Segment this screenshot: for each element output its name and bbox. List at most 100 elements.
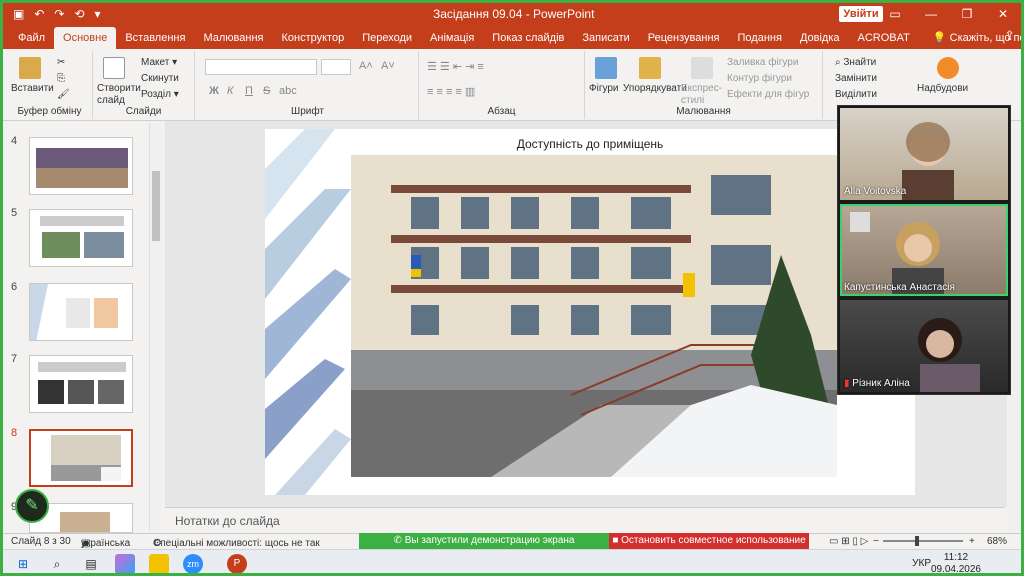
arrange-icon[interactable] [639,57,661,79]
tab-insert[interactable]: Вставлення [116,27,194,49]
clock-time: 11:12 [943,552,969,563]
start-icon[interactable]: ⟲ [74,7,84,21]
powerpoint-taskbar-icon[interactable]: P [227,554,247,573]
font-name-combo[interactable] [205,59,317,75]
file-explorer-icon[interactable] [149,554,169,573]
participant-video[interactable]: Alla Voitovska [840,108,1008,200]
shrink-font-icon[interactable]: A˅ [381,60,395,72]
redo-icon[interactable]: ↷ [54,7,64,21]
stop-sharing-button[interactable]: ■ Остановить совместное использование [609,533,809,549]
new-slide-icon[interactable] [103,57,125,79]
copilot-icon[interactable] [115,554,135,573]
bullets-icon[interactable]: ☰ ☰ ⇤ ⇥ ≡ [427,60,484,73]
reset-button[interactable]: Скинути [141,73,179,84]
shapes-button[interactable]: Фігури [589,83,619,94]
shape-outline-button[interactable]: Контур фігури [727,73,792,84]
zoom-level[interactable]: 68% [987,536,1007,547]
minimize-icon[interactable]: — [913,3,949,25]
bold-button[interactable]: Ж [209,85,219,97]
layout-button[interactable]: Макет ▾ [141,57,177,68]
keyboard-language[interactable]: УКР [912,558,931,569]
slide-thumbnail[interactable] [29,283,133,341]
tab-slideshow[interactable]: Показ слайдів [483,27,573,49]
slide-thumbnail[interactable] [29,209,133,267]
save-icon[interactable]: ▣ [13,7,24,21]
drawing-label: Малювання [676,106,731,117]
windows-start-icon[interactable]: ⊞ [13,554,33,573]
layout-label: Макет [141,57,170,68]
strikethrough-button[interactable]: S [263,85,270,97]
zoom-slider[interactable] [883,540,963,542]
scroll-thumb[interactable] [152,171,160,241]
ribbon-options-icon[interactable]: ▭ [877,3,913,25]
paragraph-label: Абзац [487,106,516,117]
tab-transitions[interactable]: Переходи [353,27,421,49]
tab-review[interactable]: Рецензування [639,27,729,49]
thumbnails-scrollbar[interactable] [149,123,161,531]
slides-label: Слайди [125,106,162,117]
search-icon[interactable]: ⌕ [47,554,67,573]
participant-name: Капустинська Анастасія [844,282,955,293]
new-slide-button[interactable]: Створити слайд [97,83,141,107]
zoom-out-icon[interactable]: − [873,536,879,547]
shadow-button[interactable]: abc [279,85,297,97]
select-button[interactable]: Виділити [835,89,877,100]
shapes-icon[interactable] [595,57,617,79]
format-painter-icon[interactable]: 🖌 [57,89,70,100]
paste-button[interactable]: Вставити [11,83,54,94]
more-icon[interactable]: ▾ [95,7,101,21]
restore-icon[interactable]: ❐ [949,3,985,25]
tab-animations[interactable]: Анімація [421,27,483,49]
shape-fill-button[interactable]: Заливка фігури [727,57,798,68]
close-icon[interactable]: ✕ [985,3,1021,25]
tab-view[interactable]: Подання [729,27,791,49]
task-view-icon[interactable]: ▤ [81,554,101,573]
quick-styles-icon[interactable] [691,57,713,79]
ribbon-tabs: Файл Основне Вставлення Малювання Констр… [3,25,1021,49]
shape-effects-button[interactable]: Ефекти для фігур [727,89,809,100]
participant-video[interactable]: ▮ Різник Аліна [840,300,1008,392]
current-slide[interactable]: Доступність до приміщень [265,129,915,495]
zoom-in-icon[interactable]: + [969,536,975,547]
tab-design[interactable]: Конструктор [272,27,353,49]
screen-sharing-banner: ✆ Вы запустили демонстрацию экрана [359,533,609,549]
underline-button[interactable]: П [245,85,253,97]
phone-icon: ✆ [393,535,405,546]
slide-thumbnail[interactable] [29,355,133,413]
tab-home[interactable]: Основне [54,27,117,49]
arrange-button[interactable]: Упорядкувати [623,83,687,94]
tab-help[interactable]: Довідка [791,27,849,49]
align-icons[interactable]: ≡ ≡ ≡ ≡ ▥ [427,85,475,98]
slide-thumbnail[interactable] [29,137,133,195]
participant-video-active[interactable]: Капустинська Анастасія [840,204,1008,296]
tab-file[interactable]: Файл [9,27,54,49]
find-button[interactable]: ⌕ Знайти [835,57,876,68]
slide-counter[interactable]: Слайд 8 з 30 [11,536,71,547]
font-size-combo[interactable] [321,59,351,75]
addins-button[interactable]: Надбудови [917,83,968,94]
quick-styles-button[interactable]: Експрес-стилі [681,83,727,107]
zoom-slider-knob[interactable] [915,536,919,546]
slide-thumbnail-selected[interactable] [29,429,133,487]
tab-draw[interactable]: Малювання [194,27,272,49]
undo-icon[interactable]: ↶ [34,7,44,21]
view-icons[interactable]: ▭ ⊞ ▯ ▷ [829,536,868,547]
zoom-app-icon[interactable]: zm [183,554,203,573]
clipboard-label: Буфер обміну [17,106,82,117]
paragraph-group: ☰ ☰ ⇤ ⇥ ≡ ≡ ≡ ≡ ≡ ▥ Абзац [419,51,585,119]
system-clock[interactable]: 11:12 09.04.2026 [931,552,981,573]
grow-font-icon[interactable]: A˄ [359,60,373,72]
share-icon[interactable]: ⇪ [1004,28,1015,44]
replace-button[interactable]: Замінити [835,73,877,84]
pen-tool-icon[interactable]: ✎ [15,489,49,523]
thumb-number: 5 [11,207,18,219]
addins-icon[interactable] [937,57,959,79]
tab-record[interactable]: Записати [573,27,638,49]
cut-icon[interactable]: ✂ [57,57,65,68]
notes-pane[interactable]: Нотатки до слайда [165,507,1005,533]
tab-acrobat[interactable]: ACROBAT [849,27,919,49]
paste-icon[interactable] [19,57,41,79]
italic-button[interactable]: К [227,85,233,97]
section-button[interactable]: Розділ ▾ [141,89,179,100]
copy-icon[interactable]: ⎘ [57,73,65,84]
